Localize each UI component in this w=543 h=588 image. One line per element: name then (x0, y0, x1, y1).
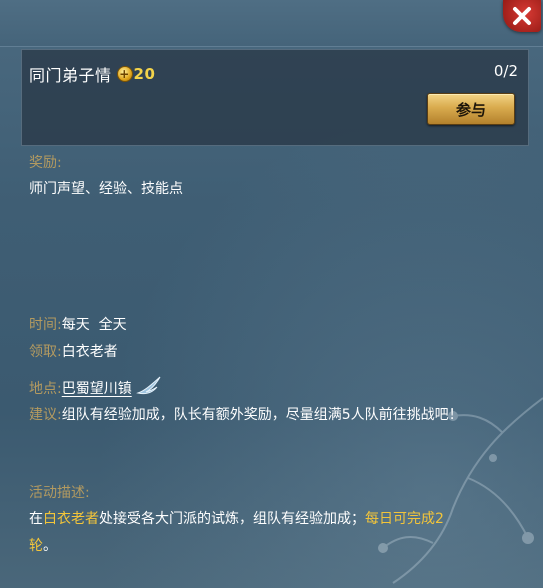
location-row: 地点: 巴蜀望川镇 (29, 375, 162, 401)
wing-icon[interactable] (135, 375, 162, 401)
advice-block: 建议:组队有经验加成，队长有额外奖励，尽量组满5人队前往挑战吧！ (29, 402, 479, 429)
join-button[interactable]: 参与 (427, 93, 515, 125)
task-progress: 0/2 (493, 62, 518, 80)
coin-icon: + (116, 66, 133, 82)
description-part1: 在 (29, 511, 43, 527)
time-value: 每天 全天 (61, 317, 127, 333)
description-text: 在白衣老者处接受各大门派的试炼，组队有经验加成；每日可完成2轮。 (29, 506, 469, 560)
panel-top-edge (0, 0, 543, 47)
close-icon (513, 7, 531, 25)
activity-panel: 同门弟子情 + 20 0/2 参与 奖励: 师门声望、经验、技能点 时间:每天 … (0, 0, 543, 588)
time-label: 时间: (29, 317, 62, 333)
location-link[interactable]: 巴蜀望川镇 (62, 378, 132, 398)
description-end: 。 (43, 538, 57, 554)
task-title-text: 同门弟子情 (29, 66, 112, 85)
close-button[interactable] (503, 0, 541, 32)
claim-value: 白衣老者 (61, 344, 118, 360)
task-title: 同门弟子情 + 20 (29, 62, 155, 86)
time-row: 时间:每天 全天 (29, 314, 127, 334)
description-label: 活动描述: (29, 485, 90, 501)
claim-label: 领取: (29, 344, 62, 360)
description-part2: 处接受各大门派的试炼，组队有经验加成； (99, 511, 365, 527)
reward-label: 奖励: (29, 155, 62, 171)
description-npc: 白衣老者 (43, 511, 99, 527)
claim-row: 领取:白衣老者 (29, 341, 118, 361)
advice-value: 组队有经验加成，队长有额外奖励，尽量组满5人队前往挑战吧！ (61, 407, 463, 423)
reward-badge: + 20 (116, 65, 156, 83)
task-header: 同门弟子情 + 20 0/2 参与 (21, 49, 529, 146)
reward-text: 师门声望、经验、技能点 (29, 181, 183, 197)
location-label: 地点: (29, 381, 62, 397)
reward-amount: 20 (133, 65, 156, 83)
advice-label: 建议: (29, 407, 62, 423)
